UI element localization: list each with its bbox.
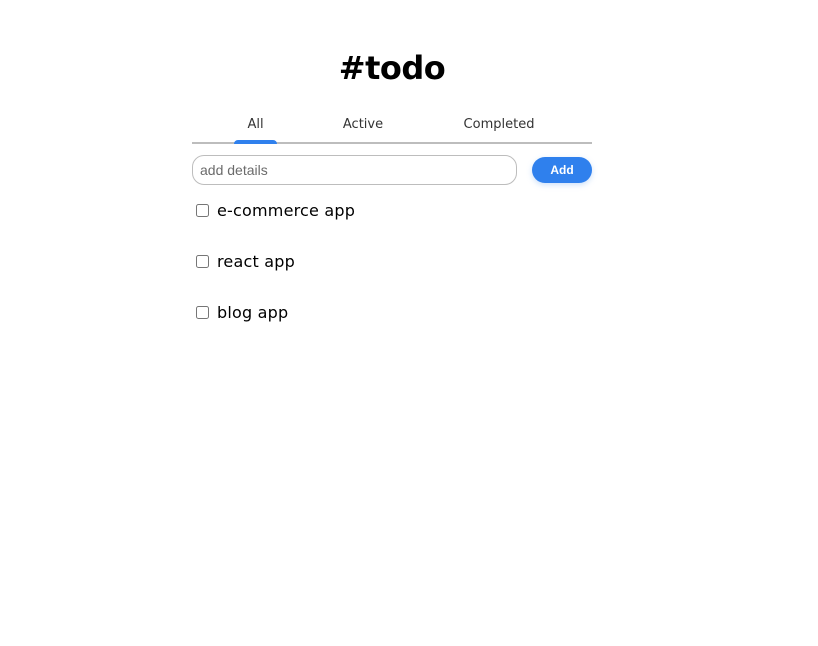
todo-text: e-commerce app xyxy=(217,201,356,220)
page-title: #todo xyxy=(338,49,446,87)
todo-page: #todo All Active Completed Add e-commerc… xyxy=(0,0,818,646)
todo-text: blog app xyxy=(217,303,289,322)
todo-text: react app xyxy=(217,252,295,271)
tab-completed[interactable]: Completed xyxy=(454,111,544,142)
tab-active[interactable]: Active xyxy=(330,111,396,142)
list-item: react app xyxy=(192,249,592,274)
todo-list: e-commerce app react app blog app xyxy=(192,198,592,351)
tab-all[interactable]: All xyxy=(234,111,277,142)
list-item: blog app xyxy=(192,300,592,325)
add-todo-row: Add xyxy=(192,155,592,185)
todo-checkbox[interactable] xyxy=(196,204,209,217)
list-item: e-commerce app xyxy=(192,198,592,223)
add-button[interactable]: Add xyxy=(532,157,592,183)
todo-checkbox[interactable] xyxy=(196,306,209,319)
filter-tabs: All Active Completed xyxy=(192,111,592,144)
details-input[interactable] xyxy=(192,155,517,185)
selected-tab-indicator xyxy=(234,140,277,144)
todo-checkbox[interactable] xyxy=(196,255,209,268)
